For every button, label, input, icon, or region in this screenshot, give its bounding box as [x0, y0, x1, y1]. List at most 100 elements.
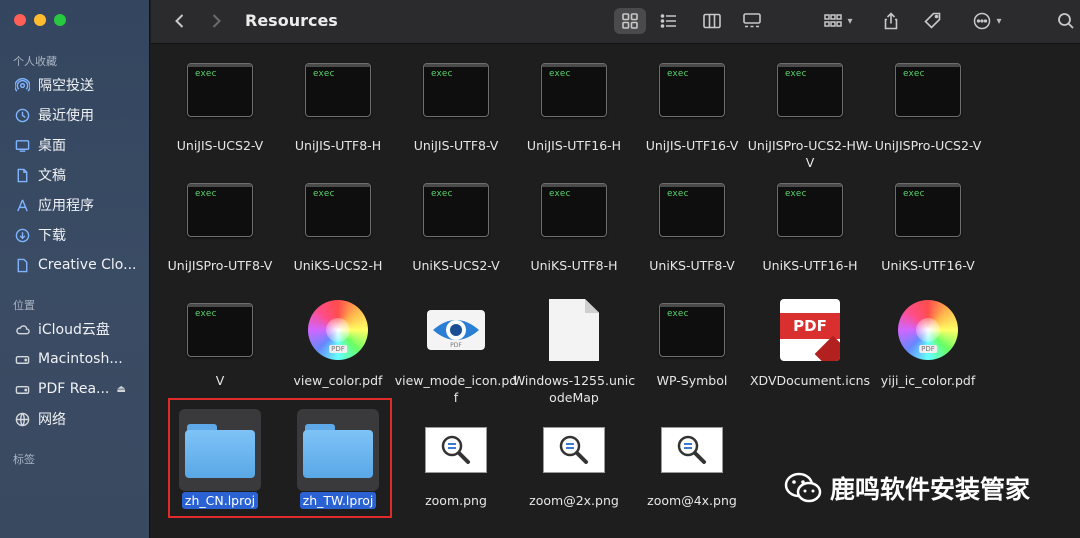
highlight-box [168, 398, 392, 518]
file-name: view_color.pdf [293, 373, 383, 388]
applications-icon [14, 197, 30, 213]
eye-icon: PDF [427, 310, 485, 350]
file-name: WP-Symbol [656, 373, 728, 388]
grid-icon [622, 13, 638, 29]
file-name: UniJIS-UTF8-V [413, 138, 499, 153]
exec-icon: exec [187, 183, 253, 237]
exec-icon: exec [187, 63, 253, 117]
zoom-image-icon [543, 427, 605, 473]
toolbar: Resources ▾ ▾ [151, 0, 1080, 44]
forward-button[interactable] [205, 8, 227, 34]
download-icon [14, 227, 30, 243]
magnifier-icon [559, 435, 588, 464]
exec-icon: exec [659, 303, 725, 357]
search-button[interactable] [1055, 8, 1077, 34]
window-controls [14, 14, 66, 26]
svg-text:PDF: PDF [450, 342, 462, 349]
chevron-down-icon: ▾ [847, 15, 853, 27]
file-name: view_mode_icon.pdf [394, 373, 518, 405]
sidebar-item-applications[interactable]: 应用程序 [14, 194, 144, 216]
eject-icon[interactable]: ⏏ [117, 384, 126, 395]
magnifier-icon [677, 435, 706, 464]
file-icon [14, 257, 30, 273]
group-button[interactable]: ▾ [817, 8, 859, 34]
file-name: UniJISPro-UCS2-HW-V [747, 138, 873, 170]
document-icon [14, 167, 30, 183]
file-name: zoom@4x.png [647, 493, 737, 508]
sidebar-item-icloud[interactable]: iCloud云盘 [14, 318, 144, 340]
more-actions-button[interactable]: ▾ [967, 8, 1007, 34]
gallery-icon [743, 13, 761, 28]
zoom-image-icon [661, 427, 723, 473]
group-grid-icon [824, 14, 843, 27]
zoom-image-icon [425, 427, 487, 473]
sidebar-section-tags: 标签 [13, 453, 35, 466]
ellipsis-circle-icon [974, 12, 991, 30]
file-name: UniKS-UTF16-V [881, 258, 975, 273]
columns-icon [703, 13, 721, 29]
exec-icon: exec [305, 183, 371, 237]
desktop-icon [14, 137, 30, 153]
file-name: UniKS-UTF8-V [649, 258, 735, 273]
wechat-icon [784, 472, 822, 503]
tag-button[interactable] [921, 8, 945, 34]
exec-icon: exec [659, 183, 725, 237]
exec-icon: exec [423, 183, 489, 237]
sidebar-item-documents[interactable]: 文稿 [14, 164, 144, 186]
zoom-button[interactable] [54, 14, 66, 26]
sidebar: 个人收藏 隔空投送 最近使用 桌面 文稿 应用程序 下载 Creative Cl… [0, 0, 150, 538]
file-name: Windows-1255.unicodeMap [512, 373, 636, 405]
sidebar-section-locations: 位置 [13, 299, 35, 312]
search-icon [1058, 13, 1074, 29]
exec-icon: exec [895, 183, 961, 237]
tag-icon [924, 12, 941, 29]
sidebar-item-recents[interactable]: 最近使用 [14, 104, 144, 126]
exec-icon: exec [541, 183, 607, 237]
window-title: Resources [245, 11, 338, 30]
file-name: UniKS-UCS2-V [412, 258, 500, 273]
share-button[interactable] [879, 8, 903, 34]
exec-icon: exec [187, 303, 253, 357]
sidebar-item-creative-cloud[interactable]: Creative Clo... [14, 254, 144, 276]
pdf-document-icon: PDF [780, 299, 840, 361]
sidebar-item-airdrop[interactable]: 隔空投送 [14, 74, 144, 96]
airdrop-icon [14, 77, 30, 93]
file-name: UniJIS-UCS2-V [176, 138, 264, 153]
file-name: UniJIS-UTF8-H [294, 138, 382, 153]
file-name: UniJIS-UTF16-H [526, 138, 622, 153]
list-icon [660, 14, 676, 28]
share-icon [884, 12, 898, 30]
file-name: zoom.png [425, 493, 487, 508]
sidebar-item-network[interactable]: 网络 [14, 408, 144, 430]
watermark-text: 鹿鸣软件安装管家 [830, 475, 1031, 504]
exec-icon: exec [541, 63, 607, 117]
sidebar-item-downloads[interactable]: 下载 [14, 224, 144, 246]
file-name: yiji_ic_color.pdf [880, 373, 976, 388]
exec-icon: exec [423, 63, 489, 117]
back-button[interactable] [169, 8, 191, 34]
icon-view-button[interactable] [614, 8, 646, 34]
cloud-icon [14, 321, 30, 337]
file-name: UniKS-UTF8-H [530, 258, 618, 273]
watermark: 鹿鸣软件安装管家 [784, 470, 1030, 506]
sidebar-item-desktop[interactable]: 桌面 [14, 134, 144, 156]
chevron-left-icon [175, 14, 184, 28]
file-name: V [215, 373, 225, 388]
sidebar-item-pdf-reader[interactable]: PDF Rea... ⏏ [14, 378, 144, 400]
file-name: XDVDocument.icns [749, 373, 871, 388]
list-view-button[interactable] [654, 8, 684, 34]
gallery-view-button[interactable] [737, 8, 767, 34]
column-view-button[interactable] [697, 8, 727, 34]
file-name: UniJIS-UTF16-V [645, 138, 739, 153]
close-button[interactable] [14, 14, 26, 26]
minimize-button[interactable] [34, 14, 46, 26]
chevron-right-icon [212, 14, 221, 28]
file-name: UniJISPro-UCS2-V [874, 138, 982, 153]
file-name: UniKS-UTF16-H [762, 258, 858, 273]
sidebar-item-macintosh[interactable]: Macintosh... [14, 348, 144, 370]
magnifier-icon [441, 435, 470, 464]
exec-icon: exec [777, 63, 843, 117]
sidebar-section-favorites: 个人收藏 [13, 55, 57, 68]
exec-icon: exec [305, 63, 371, 117]
color-wheel-icon: PDF [308, 300, 368, 360]
